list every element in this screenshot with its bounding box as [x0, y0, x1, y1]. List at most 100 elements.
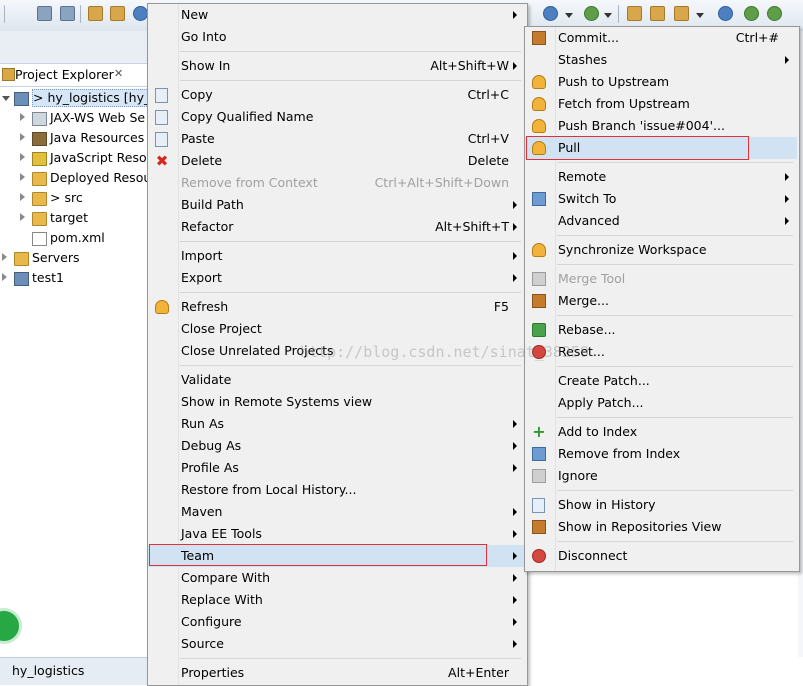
- save-icon[interactable]: [37, 6, 52, 21]
- menu-item-disconnect[interactable]: Disconnect: [525, 545, 797, 567]
- tree-item-pom-xml[interactable]: pom.xml: [0, 228, 148, 248]
- menu-item-label: Commit...: [558, 30, 620, 45]
- menu-item-maven[interactable]: Maven: [148, 501, 525, 523]
- expand-icon[interactable]: [20, 173, 25, 181]
- menu-item-restore-from-local-history[interactable]: Restore from Local History...: [148, 479, 525, 501]
- tree-item-target[interactable]: target: [0, 208, 148, 228]
- menu-item-source[interactable]: Source: [148, 633, 525, 655]
- menu-item-show-in-repositories-view[interactable]: Show in Repositories View: [525, 516, 797, 538]
- menu-item-switch-to[interactable]: Switch To: [525, 188, 797, 210]
- menu-item-apply-patch[interactable]: Apply Patch...: [525, 392, 797, 414]
- run-icon[interactable]: [584, 6, 599, 21]
- open-file-icon[interactable]: [650, 6, 665, 21]
- menu-item-build-path[interactable]: Build Path: [148, 194, 525, 216]
- expand-icon[interactable]: [20, 153, 25, 161]
- notification-icon[interactable]: [0, 608, 22, 644]
- menu-item-remove-from-index[interactable]: Remove from Index: [525, 443, 797, 465]
- tree-item-deployed-resou[interactable]: Deployed Resou: [0, 168, 148, 188]
- tree-item-label: Servers: [32, 250, 80, 265]
- tree-item-test1[interactable]: test1: [0, 268, 148, 288]
- menu-item-label: Paste: [181, 131, 215, 146]
- expand-icon[interactable]: [20, 193, 25, 201]
- menu-item-import[interactable]: Import: [148, 245, 525, 267]
- menu-item-go-into[interactable]: Go Into: [148, 26, 525, 48]
- menu-item-create-patch[interactable]: Create Patch...: [525, 370, 797, 392]
- dropdown-arrow-icon[interactable]: [565, 13, 573, 18]
- menu-item-synchronize-workspace[interactable]: Synchronize Workspace: [525, 239, 797, 261]
- menu-item-close-project[interactable]: Close Project: [148, 318, 525, 340]
- synchronize-icon: [532, 243, 546, 257]
- menu-item-paste[interactable]: Paste Ctrl+V: [148, 128, 525, 150]
- submenu-arrow-icon: [513, 62, 517, 70]
- team-submenu: Commit... Ctrl+# Stashes Push to Upstream Fe…: [524, 26, 800, 572]
- next-annotation-icon[interactable]: [744, 6, 759, 21]
- menu-item-run-as[interactable]: Run As: [148, 413, 525, 435]
- edit-icon[interactable]: [674, 6, 689, 21]
- menu-item-validate[interactable]: Validate: [148, 369, 525, 391]
- menu-item-fetch-from-upstream[interactable]: Fetch from Upstream: [525, 93, 797, 115]
- new-server-icon[interactable]: [133, 6, 148, 21]
- menu-item-rebase[interactable]: Rebase...: [525, 319, 797, 341]
- menu-item-label: Copy Qualified Name: [181, 109, 314, 124]
- menu-item-push-to-upstream[interactable]: Push to Upstream: [525, 71, 797, 93]
- menu-item-refresh[interactable]: Refresh F5: [148, 296, 525, 318]
- xml-file-icon: [32, 232, 47, 246]
- menu-item-copy[interactable]: Copy Ctrl+C: [148, 84, 525, 106]
- menu-item-remote[interactable]: Remote: [525, 166, 797, 188]
- submenu-arrow-icon: [513, 552, 517, 560]
- menu-item-copy-qualified-name[interactable]: Copy Qualified Name: [148, 106, 525, 128]
- dropdown-arrow-icon[interactable]: [696, 13, 704, 18]
- tree-item-src[interactable]: > src: [0, 188, 148, 208]
- submenu-arrow-icon: [513, 618, 517, 626]
- submenu-arrow-icon: [785, 56, 789, 64]
- menu-item-configure[interactable]: Configure: [148, 611, 525, 633]
- dropdown-arrow-icon[interactable]: [604, 13, 612, 18]
- globe-icon[interactable]: [718, 6, 733, 21]
- menu-item-show-in-remote-systems-view[interactable]: Show in Remote Systems view: [148, 391, 525, 413]
- project-explorer-title[interactable]: Project Explorer: [15, 67, 114, 82]
- menu-item-refactor[interactable]: Refactor Alt+Shift+T: [148, 216, 525, 238]
- menu-item-properties[interactable]: Properties Alt+Enter: [148, 662, 525, 684]
- submenu-arrow-icon: [513, 274, 517, 282]
- expand-icon[interactable]: [20, 113, 25, 121]
- menu-item-replace-with[interactable]: Replace With: [148, 589, 525, 611]
- menu-item-show-in[interactable]: Show In Alt+Shift+W: [148, 55, 525, 77]
- expand-icon[interactable]: [2, 273, 7, 281]
- menu-item-show-in-history[interactable]: Show in History: [525, 494, 797, 516]
- menu-item-label: Synchronize Workspace: [558, 242, 707, 257]
- open-folder-icon[interactable]: [627, 6, 642, 21]
- menu-item-stashes[interactable]: Stashes: [525, 49, 797, 71]
- menu-item-delete[interactable]: ✖ Delete Delete: [148, 150, 525, 172]
- collapse-icon[interactable]: [2, 96, 10, 101]
- tree-item-java-resources[interactable]: Java Resources: [0, 128, 148, 148]
- menu-item-profile-as[interactable]: Profile As: [148, 457, 525, 479]
- menu-item-compare-with[interactable]: Compare With: [148, 567, 525, 589]
- tree-item-jax-ws-web-se[interactable]: JAX-WS Web Se: [0, 108, 148, 128]
- external-tools-icon[interactable]: [543, 6, 558, 21]
- menu-item-add-to-index[interactable]: + Add to Index: [525, 421, 797, 443]
- previous-annotation-icon[interactable]: [767, 6, 782, 21]
- tree-item-hy-logistics-hy-l[interactable]: > hy_logistics [hy_l: [0, 88, 148, 108]
- open-type-icon[interactable]: [110, 6, 125, 21]
- tree-item-javascript-reso[interactable]: JavaScript Reso: [0, 148, 148, 168]
- menu-item-label: Stashes: [558, 52, 608, 67]
- expand-icon[interactable]: [20, 133, 25, 141]
- menu-item-new[interactable]: New: [148, 4, 525, 26]
- menu-item-shortcut: Delete: [467, 153, 509, 168]
- menu-item-ignore[interactable]: Ignore: [525, 465, 797, 487]
- menu-item-export[interactable]: Export: [148, 267, 525, 289]
- tree-item-servers[interactable]: Servers: [0, 248, 148, 268]
- menu-item-advanced[interactable]: Advanced: [525, 210, 797, 232]
- menu-item-debug-as[interactable]: Debug As: [148, 435, 525, 457]
- expand-icon[interactable]: [2, 253, 7, 261]
- save-all-icon[interactable]: [60, 6, 75, 21]
- menu-item-label: Show in Remote Systems view: [181, 394, 373, 409]
- build-icon[interactable]: [88, 6, 103, 21]
- menu-separator: [180, 241, 521, 242]
- expand-icon[interactable]: [20, 213, 25, 221]
- menu-item-push-branch-issue-004[interactable]: Push Branch 'issue#004'...: [525, 115, 797, 137]
- menu-item-commit[interactable]: Commit... Ctrl+#: [525, 27, 797, 49]
- close-icon[interactable]: ✕: [114, 67, 123, 80]
- menu-item-java-ee-tools[interactable]: Java EE Tools: [148, 523, 525, 545]
- menu-item-merge[interactable]: Merge...: [525, 290, 797, 312]
